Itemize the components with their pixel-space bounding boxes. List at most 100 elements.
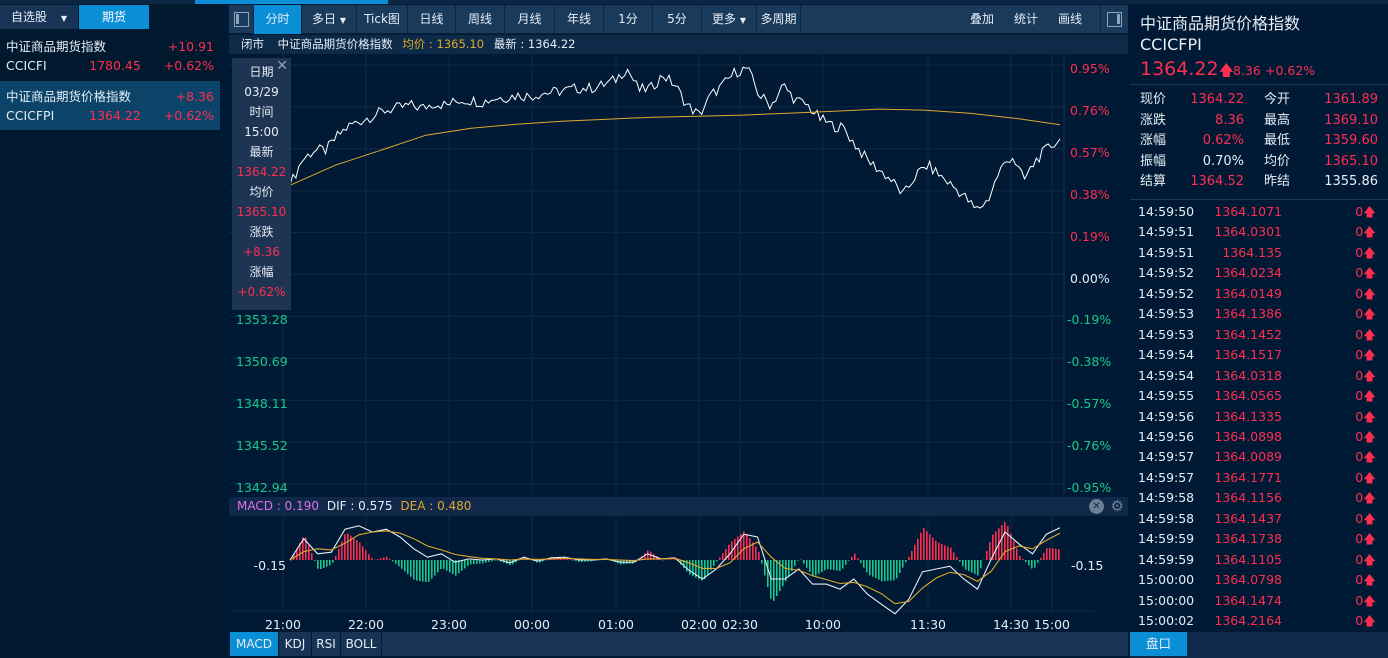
tick-volume-value: 0	[1355, 204, 1364, 219]
macd-bar	[917, 538, 919, 560]
macd-bar	[413, 560, 415, 580]
macd-bar	[833, 560, 835, 571]
tick-row: 14:59:52 1364.0149 0🡅	[1138, 284, 1378, 304]
macd-bar	[479, 560, 481, 564]
arrow-up-icon: 🡅	[1363, 613, 1376, 628]
macd-bar	[815, 560, 817, 576]
macd-bar	[893, 560, 895, 581]
panel-toggle-icon	[233, 12, 249, 27]
macd-chart[interactable]: -0.15 -0.15 21:00 22:00 23:00 00:00 01:00 02:00…	[229, 516, 1128, 632]
y-left-tick: 1345.52	[236, 438, 288, 454]
quote-label: 最高	[1264, 112, 1291, 128]
tab-rsi[interactable]: RSI	[312, 632, 340, 656]
tab-macd[interactable]: MACD	[230, 632, 278, 656]
macd-bar	[926, 531, 928, 560]
tab-more-label: 更多	[712, 12, 737, 26]
quote-label: 均价	[1264, 153, 1291, 169]
tick-row: 14:59:56 1364.1335 0🡅	[1138, 407, 1378, 427]
tab-kdj[interactable]: KDJ	[279, 632, 311, 656]
arrow-up-icon: 🡅	[1363, 592, 1376, 608]
macd-bar	[545, 560, 547, 561]
macd-bar	[1007, 525, 1009, 560]
avg-price-label: 均价 : 1365.10	[402, 37, 485, 51]
macd-bar	[821, 560, 823, 572]
tab-1min[interactable]: 1分	[604, 5, 653, 34]
tab-intraday[interactable]: 分时	[254, 5, 302, 34]
arrow-up-icon: 🡅	[1363, 285, 1376, 301]
tab-order-book[interactable]: 盘口	[1130, 632, 1187, 656]
draw-line-button[interactable]: 画线	[1058, 5, 1082, 34]
tick-volume-value: 0	[1355, 551, 1364, 567]
macd-bar	[941, 544, 943, 560]
macd-bar	[989, 541, 991, 560]
macd-bar	[326, 560, 328, 567]
macd-bar	[359, 542, 361, 560]
macd-bar	[890, 560, 892, 581]
tab-multi-day[interactable]: 多日 ▼	[302, 5, 357, 34]
tick-volume: 0🡅	[1355, 263, 1376, 283]
macd-bar	[899, 560, 901, 573]
price-chart[interactable]	[229, 54, 1128, 494]
macd-bar	[365, 550, 367, 560]
tick-volume-value: 0	[1355, 428, 1364, 444]
tab-yearly[interactable]: 年线	[555, 5, 604, 34]
y-right-tick: 0.95%	[1070, 61, 1110, 76]
tick-time: 14:59:58	[1138, 510, 1195, 526]
arrow-up-icon: 🡅	[1363, 265, 1376, 281]
close-icon[interactable]: ✕	[276, 58, 288, 74]
statistics-button[interactable]: 统计	[1014, 5, 1038, 34]
quote-value: 1364.52	[1190, 174, 1244, 189]
tick-row: 14:59:58 1364.1437 0🡅	[1138, 509, 1378, 529]
macd-bar	[1013, 541, 1015, 560]
y-right-tick: -0.76%	[1067, 438, 1112, 454]
tick-volume-value: 0	[1355, 244, 1364, 260]
tooltip-change: +8.36	[243, 245, 280, 259]
list-item[interactable]: 中证商品期货指数 +10.91 CCICFI 1780.45 +0.62%	[0, 33, 220, 79]
tick-time: 14:59:54	[1138, 367, 1195, 383]
tick-volume: 0🡅	[1355, 529, 1376, 549]
tick-price: 1364.0565	[1214, 388, 1282, 404]
y-left-tick: 1353.28	[236, 312, 288, 328]
gear-icon[interactable]: ⚙	[1111, 497, 1124, 516]
tab-weekly[interactable]: 周线	[456, 5, 505, 34]
macd-bar	[404, 560, 406, 572]
left-panel-toggle[interactable]	[229, 5, 254, 34]
tick-volume: 0🡅	[1355, 284, 1376, 304]
macd-bar	[707, 560, 709, 575]
tab-multi-period[interactable]: 多周期	[757, 5, 801, 34]
macd-bar	[662, 559, 664, 561]
macd-bar	[920, 532, 922, 560]
tick-time: 14:59:57	[1138, 469, 1195, 485]
tab-boll[interactable]: BOLL	[341, 632, 381, 656]
tick-volume: 0🡅	[1355, 345, 1376, 365]
tab-monthly[interactable]: 月线	[505, 5, 555, 34]
tick-time: 14:59:58	[1138, 490, 1195, 506]
tick-volume: 0🡅	[1355, 488, 1376, 508]
tick-time: 14:59:55	[1138, 388, 1195, 404]
macd-bar	[1025, 560, 1027, 563]
tick-price: 1364.1517	[1214, 347, 1282, 363]
tab-watchlist[interactable]: 自选股 ▼	[0, 5, 78, 29]
instrument-code: CCICFPI	[1140, 35, 1202, 54]
macd-bar	[830, 560, 832, 570]
tab-futures[interactable]: 期货	[79, 5, 149, 29]
tick-price: 1364.1771	[1214, 469, 1282, 485]
tab-5min[interactable]: 5分	[653, 5, 702, 34]
tab-daily[interactable]: 日线	[408, 5, 456, 34]
macd-bar	[491, 560, 493, 562]
overlay-button[interactable]: 叠加	[970, 5, 994, 34]
tick-price: 1364.1386	[1214, 306, 1282, 322]
last-price-label: 最新 : 1364.22	[493, 37, 576, 51]
close-circle-icon[interactable]: ✕	[1089, 499, 1104, 514]
current-price: 1364.22🡅	[1140, 58, 1234, 85]
tick-time: 15:00:00	[1138, 572, 1195, 588]
right-panel-toggle[interactable]	[1100, 5, 1128, 34]
tab-tick[interactable]: Tick图	[357, 5, 408, 34]
macd-bar	[362, 546, 364, 560]
tick-time: 14:59:52	[1138, 265, 1195, 281]
tick-volume-value: 0	[1355, 490, 1364, 506]
list-item-selected[interactable]: 中证商品期货价格指数 +8.36 CCICFPI 1364.22 +0.62%	[0, 81, 220, 130]
quote-value: 0.62%	[1202, 133, 1244, 148]
macd-bar	[878, 560, 880, 580]
tab-more[interactable]: 更多 ▼	[702, 5, 757, 34]
